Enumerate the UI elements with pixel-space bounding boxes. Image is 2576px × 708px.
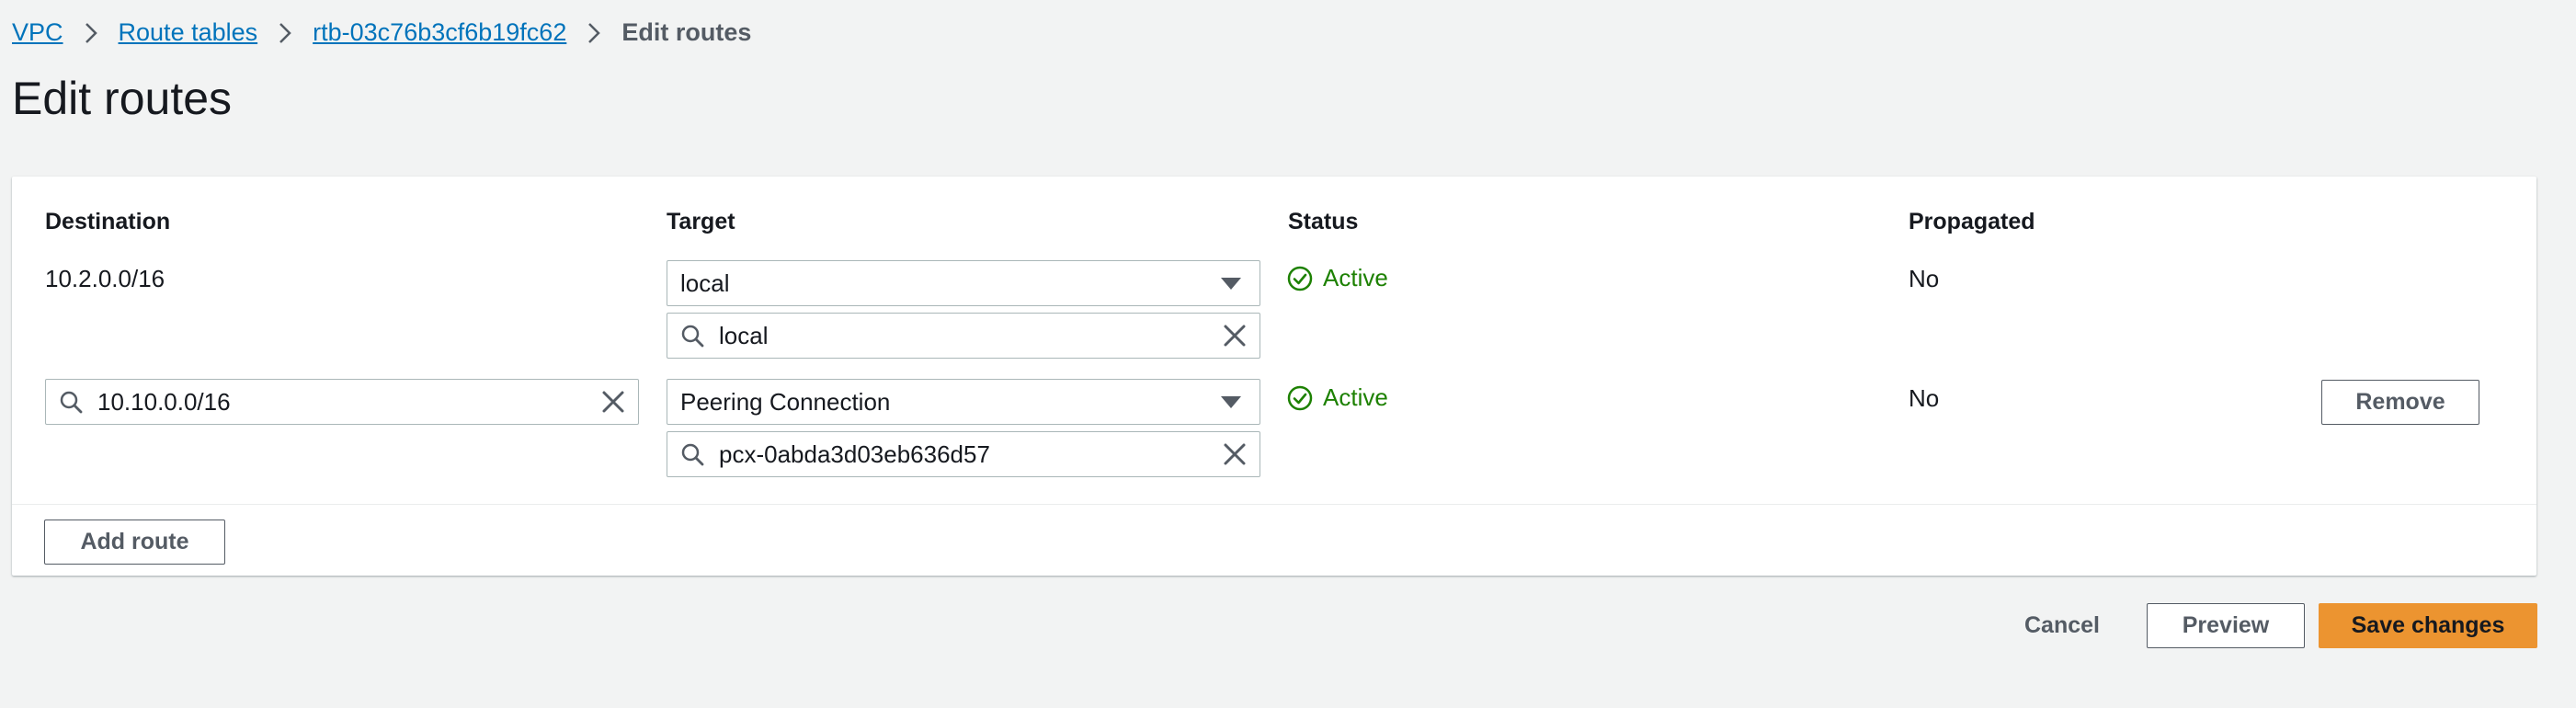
target-type-value: Peering Connection [680,387,891,416]
breadcrumb-route-tables-link[interactable]: Route tables [119,18,258,47]
column-header-destination: Destination [45,209,171,234]
add-route-button[interactable]: Add route [44,520,225,565]
route-propagated-text: No [1909,265,1940,292]
column-header-target: Target [667,209,735,234]
preview-button[interactable]: Preview [2147,603,2305,648]
route-status: Active [1286,264,1388,292]
route-destination-text: 10.2.0.0/16 [45,265,165,292]
close-icon[interactable] [601,390,625,414]
close-icon[interactable] [1223,324,1247,348]
target-search-input[interactable] [704,440,1223,469]
target-search-field [667,431,1260,477]
destination-search-field [45,379,639,425]
chevron-right-icon [278,21,292,45]
search-icon [59,390,83,414]
cancel-button[interactable]: Cancel [2007,603,2117,648]
status-positive-icon [1286,384,1314,412]
page-title: Edit routes [12,73,233,124]
panel-divider [12,504,2536,505]
target-type-value: local [680,268,730,297]
route-propagated-text: No [1909,384,1940,412]
routes-panel [12,177,2536,576]
search-icon [680,442,704,466]
search-icon [680,324,704,348]
target-type-select[interactable]: local [667,260,1260,306]
caret-down-icon [1221,395,1241,408]
breadcrumb-route-table-id-link[interactable]: rtb-03c76b3cf6b19fc62 [313,18,566,47]
breadcrumb-current: Edit routes [621,18,752,46]
status-positive-icon [1286,265,1314,292]
target-search-field [667,313,1260,359]
route-status-text: Active [1323,383,1388,411]
target-type-select[interactable]: Peering Connection [667,379,1260,425]
caret-down-icon [1221,277,1241,290]
chevron-right-icon [84,21,98,45]
route-status: Active [1286,383,1388,412]
breadcrumb-vpc-link[interactable]: VPC [12,18,63,47]
chevron-right-icon [587,21,601,45]
column-header-propagated: Propagated [1909,209,2035,234]
breadcrumb: VPC Route tables rtb-03c76b3cf6b19fc62 E… [12,18,751,47]
column-header-status: Status [1288,209,1359,234]
destination-input[interactable] [83,387,601,417]
target-search-input[interactable] [704,321,1223,350]
remove-route-button[interactable]: Remove [2321,380,2479,425]
save-changes-button[interactable]: Save changes [2319,603,2537,648]
route-status-text: Active [1323,264,1388,291]
close-icon[interactable] [1223,442,1247,466]
